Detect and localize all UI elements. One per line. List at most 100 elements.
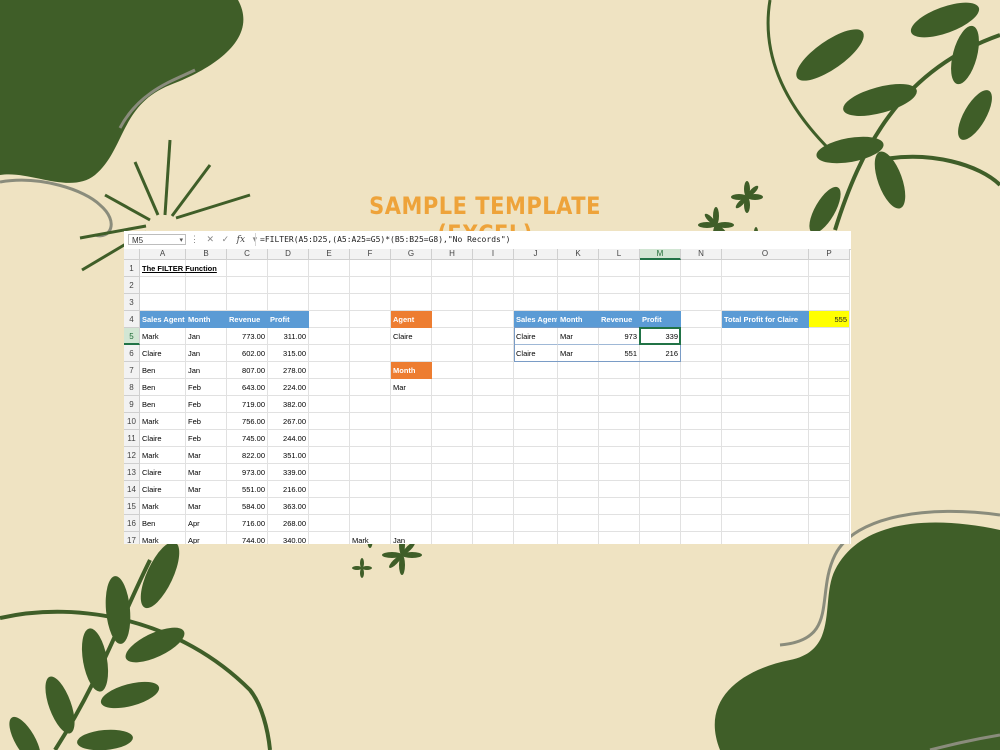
cell-l13[interactable]	[599, 464, 640, 481]
sheet-heading[interactable]: The FILTER Function	[140, 260, 227, 277]
data-cell[interactable]: Mar	[186, 447, 227, 464]
column-header-c[interactable]: C	[227, 249, 268, 260]
data-cell[interactable]: 744.00	[227, 532, 268, 544]
cell-l10[interactable]	[599, 413, 640, 430]
cell-f11[interactable]	[350, 430, 391, 447]
column-header-l[interactable]: L	[599, 249, 640, 260]
cell-h12[interactable]	[432, 447, 473, 464]
cell-i8[interactable]	[473, 379, 514, 396]
cell-o12[interactable]	[722, 447, 809, 464]
cell-p6[interactable]	[809, 345, 850, 362]
cell-f14[interactable]	[350, 481, 391, 498]
cell-n8[interactable]	[681, 379, 722, 396]
data-cell[interactable]: 267.00	[268, 413, 309, 430]
cell-e11[interactable]	[309, 430, 350, 447]
cell-j13[interactable]	[514, 464, 558, 481]
cell-p17[interactable]	[809, 532, 850, 544]
cell-e10[interactable]	[309, 413, 350, 430]
row-header-5[interactable]: 5	[124, 328, 140, 345]
cell-a2[interactable]	[140, 277, 186, 294]
cell-c1[interactable]	[227, 260, 268, 277]
cell-n5[interactable]	[681, 328, 722, 345]
column-header-p[interactable]: P	[809, 249, 850, 260]
cell-p8[interactable]	[809, 379, 850, 396]
cell-p7[interactable]	[809, 362, 850, 379]
cell-n2[interactable]	[681, 277, 722, 294]
month-criteria-label[interactable]: Month	[391, 362, 432, 379]
cell-h5[interactable]	[432, 328, 473, 345]
cell-p5[interactable]	[809, 328, 850, 345]
cell-e14[interactable]	[309, 481, 350, 498]
cell-n15[interactable]	[681, 498, 722, 515]
cell-d3[interactable]	[268, 294, 309, 311]
data-cell[interactable]: 278.00	[268, 362, 309, 379]
cell-o10[interactable]	[722, 413, 809, 430]
cell-g3[interactable]	[391, 294, 432, 311]
column-header-b[interactable]: B	[186, 249, 227, 260]
data-cell[interactable]: Feb	[186, 430, 227, 447]
data-cell[interactable]: 339.00	[268, 464, 309, 481]
cell-l15[interactable]	[599, 498, 640, 515]
data-cell[interactable]: 311.00	[268, 328, 309, 345]
cell-h6[interactable]	[432, 345, 473, 362]
data-cell[interactable]: 244.00	[268, 430, 309, 447]
data-cell[interactable]: 719.00	[227, 396, 268, 413]
cell-b2[interactable]	[186, 277, 227, 294]
cell-g10[interactable]	[391, 413, 432, 430]
cell-f12[interactable]	[350, 447, 391, 464]
cell-n4[interactable]	[681, 311, 722, 328]
cell-k17[interactable]	[558, 532, 599, 544]
cell-m3[interactable]	[640, 294, 681, 311]
cell-k9[interactable]	[558, 396, 599, 413]
column-header-j[interactable]: J	[514, 249, 558, 260]
cell-k11[interactable]	[558, 430, 599, 447]
column-header-a[interactable]: A	[140, 249, 186, 260]
column-header-n[interactable]: N	[681, 249, 722, 260]
cell-n13[interactable]	[681, 464, 722, 481]
more-icon[interactable]: ⋮	[190, 234, 199, 244]
row-header-14[interactable]: 14	[124, 481, 140, 498]
data-cell[interactable]: Claire	[140, 464, 186, 481]
cell-m8[interactable]	[640, 379, 681, 396]
data-cell[interactable]: 643.00	[227, 379, 268, 396]
cell-i3[interactable]	[473, 294, 514, 311]
cell-e6[interactable]	[309, 345, 350, 362]
cell-l17[interactable]	[599, 532, 640, 544]
row-header-16[interactable]: 16	[124, 515, 140, 532]
cell-k14[interactable]	[558, 481, 599, 498]
row-header-9[interactable]: 9	[124, 396, 140, 413]
cell-m16[interactable]	[640, 515, 681, 532]
cell-j11[interactable]	[514, 430, 558, 447]
cell-o15[interactable]	[722, 498, 809, 515]
cell-i14[interactable]	[473, 481, 514, 498]
cell-m12[interactable]	[640, 447, 681, 464]
cell-i10[interactable]	[473, 413, 514, 430]
select-all-corner[interactable]	[124, 249, 140, 260]
column-header-g[interactable]: G	[391, 249, 432, 260]
total-profit-value[interactable]: 555	[809, 311, 850, 328]
data-cell[interactable]: Claire	[140, 481, 186, 498]
row-header-8[interactable]: 8	[124, 379, 140, 396]
cell-l8[interactable]	[599, 379, 640, 396]
cell-n3[interactable]	[681, 294, 722, 311]
cell-g14[interactable]	[391, 481, 432, 498]
row-header-15[interactable]: 15	[124, 498, 140, 515]
cell-m14[interactable]	[640, 481, 681, 498]
cell-l12[interactable]	[599, 447, 640, 464]
cell-m9[interactable]	[640, 396, 681, 413]
cell-d2[interactable]	[268, 277, 309, 294]
cell-c3[interactable]	[227, 294, 268, 311]
row-header-2[interactable]: 2	[124, 277, 140, 294]
cell-i13[interactable]	[473, 464, 514, 481]
cell-p2[interactable]	[809, 277, 850, 294]
data-cell[interactable]: Apr	[186, 532, 227, 544]
cell-l14[interactable]	[599, 481, 640, 498]
agent-criteria-label[interactable]: Agent	[391, 311, 432, 328]
data-cell[interactable]: 268.00	[268, 515, 309, 532]
enter-check-icon[interactable]: ✓	[222, 234, 230, 244]
cell-k8[interactable]	[558, 379, 599, 396]
cell-g9[interactable]	[391, 396, 432, 413]
cell-g12[interactable]	[391, 447, 432, 464]
cell-i17[interactable]	[473, 532, 514, 544]
data-header-b[interactable]: Month	[186, 311, 227, 328]
